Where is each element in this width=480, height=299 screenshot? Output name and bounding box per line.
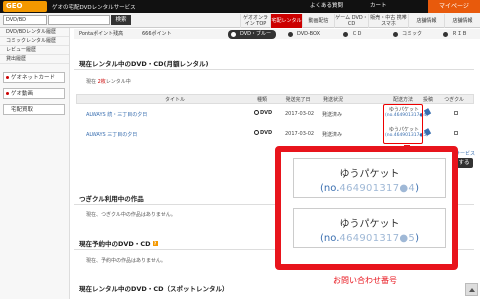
spot-rental-heading: 現在レンタル中のDVD・CD（スポットレンタル） (79, 285, 229, 293)
sidebar-button-buyback[interactable]: 宅配買取 (3, 104, 65, 115)
row2-type: DVD (254, 130, 272, 136)
dvd-icon (254, 130, 259, 135)
col-status: 発送状況 (322, 97, 343, 103)
zoom-item-2-tracking[interactable]: (no.464901317●5) (294, 233, 445, 244)
category-label: コミック (402, 31, 423, 37)
tsugikuru-heading: つぎクル利用中の作品 (79, 193, 144, 203)
row1-tsugikuru-checkbox[interactable] (454, 111, 458, 115)
category-label: ＲＩＢ (452, 31, 468, 37)
geo-online-logo[interactable]: GEO Online (3, 1, 47, 21)
track-suffix: ) (415, 233, 419, 244)
disc-icon (443, 32, 448, 37)
ponta-value: 666ポイント (142, 31, 172, 37)
row1-type: DVD (254, 110, 272, 116)
track-number-masked: 464901317●4 (339, 183, 416, 194)
book-icon (393, 32, 398, 37)
sidebar-button-label: 宅配買取 (11, 107, 34, 113)
category-label: DVD・ブルーレイ (240, 31, 272, 46)
sidebar-item-review-history[interactable]: レビュー履歴 (0, 46, 69, 55)
zoom-item-2-method: ゆうパケット (339, 219, 400, 230)
cart-link[interactable]: カート (370, 0, 387, 13)
zoom-item-1-tracking[interactable]: (no.464901317●4) (294, 183, 445, 194)
tsugikuru-note: 現在、つぎクル中の作品はありません。 (86, 212, 176, 218)
site-tagline: ゲオの宅配DVDレンタルサービス (52, 5, 136, 11)
track-number-masked: 464901317●5 (339, 233, 416, 244)
category-tab-dvd-bd[interactable]: DVD・ブルーレイ (228, 30, 276, 46)
sidebar-item-comic-history[interactable]: コミックレンタル履歴 (0, 37, 69, 46)
category-tab-dvd-box[interactable]: DVD-BOX (285, 30, 325, 39)
zoom-item-2: ゆうパケット (no.464901317●5) (293, 208, 446, 248)
site-header: GEO Online ゲオの宅配DVDレンタルサービス よくある質問 カート マ… (0, 0, 480, 21)
sidebar-button-label: ゲオ動画 (11, 91, 34, 97)
count-prefix: 現在 (86, 79, 97, 85)
nav-tab-game[interactable]: ゲーム DVD・CD (334, 14, 368, 28)
row2-title-link[interactable]: ALWAYS 三丁目の夕日 (86, 131, 137, 138)
col-post: 投稿 (422, 97, 433, 103)
count-suffix: レンタル中 (105, 79, 131, 85)
category-tab-cd[interactable]: ＣＤ (340, 30, 370, 39)
bullet-icon (6, 92, 9, 95)
track-prefix: (no. (320, 183, 340, 194)
sidebar-button-netcard[interactable]: ゲオネットカード (3, 72, 65, 83)
count-value: 2枚 (97, 79, 106, 85)
search-input[interactable] (48, 15, 110, 25)
row1-status: 発送済み (322, 112, 343, 118)
scroll-top-button[interactable] (465, 283, 478, 296)
mypage-button[interactable]: マイページ (428, 0, 480, 13)
disc-icon (343, 32, 348, 37)
service-link[interactable]: サービス (455, 150, 475, 157)
disc-icon (231, 32, 236, 37)
category-tab-rib[interactable]: ＲＩＢ (440, 30, 472, 39)
search-category-select[interactable]: DVD/BD (3, 15, 47, 25)
nav-tab-top[interactable]: ゲオオンライン TOP (240, 14, 270, 28)
row1-date: 2017-03-02 (285, 111, 315, 117)
col-title: タイトル (164, 97, 185, 103)
help-icon[interactable]: ? (152, 241, 158, 246)
col-type: 種類 (256, 97, 267, 103)
row2-tsugikuru-checkbox[interactable] (454, 131, 458, 135)
bullet-icon (6, 76, 9, 79)
monthly-rental-heading: 現在レンタル中のDVD・CD(月額レンタル) (79, 60, 209, 68)
disc-icon (288, 32, 293, 37)
search-button[interactable]: 検索 (111, 15, 131, 25)
category-label: ＣＤ (352, 31, 363, 37)
col-method: 配送方法 (392, 97, 413, 103)
reserve-heading-text: 現在予約中のDVD・CD (79, 240, 151, 248)
row2-status: 発送済み (322, 132, 343, 138)
sidebar: DVD/BDレンタル履歴 コミックレンタル履歴 レビュー履歴 貸出履歴 (0, 28, 70, 299)
track-prefix: (no. (320, 233, 340, 244)
reserve-note: 現在、予約中の作品はありません。 (86, 258, 166, 264)
sidebar-item-lend-history[interactable]: 貸出履歴 (0, 55, 69, 64)
row1-title-link[interactable]: ALWAYS 続・三丁目の夕日 (86, 111, 147, 118)
divider (74, 69, 474, 70)
zoom-item-1-method: ゆうパケット (339, 169, 400, 180)
inquiry-number-caption: お問い合わせ番号 (333, 276, 397, 285)
nav-tab-store-2[interactable]: 店舗情報 (444, 14, 480, 28)
sidebar-button-label: ゲオネットカード (11, 75, 56, 81)
col-ship-date: 発送完了日 (285, 97, 311, 103)
monthly-count: 現在 2枚レンタル中 (86, 78, 131, 85)
sidebar-button-video[interactable]: ゲオ動画 (3, 88, 65, 99)
zoom-callout: ゆうパケット (no.464901317●4) ゆうパケット (no.46490… (275, 146, 458, 270)
category-tab-comic[interactable]: コミック (390, 30, 430, 39)
ponta-label: Pontaポイント残高 (79, 31, 124, 37)
nav-tab-video[interactable]: 動画配信 (302, 14, 334, 28)
nav-tab-sale[interactable]: 販売・中古 携帯スマホ (368, 14, 408, 28)
category-label: DVD-BOX (297, 31, 321, 37)
sidebar-item-dvd-history[interactable]: DVD/BDレンタル履歴 (0, 28, 69, 37)
zoom-item-1: ゆうパケット (no.464901317●4) (293, 158, 446, 198)
row2-date: 2017-03-02 (285, 131, 315, 137)
tracking-highlight-box (383, 104, 423, 144)
col-tsugikuru: つぎクル (444, 97, 464, 103)
faq-link[interactable]: よくある質問 (310, 0, 343, 13)
reserve-heading: 現在予約中のDVD・CD? (79, 238, 158, 248)
tsugikuru-heading-text: つぎクル利用中の作品 (79, 195, 144, 203)
row1-type-label: DVD (260, 110, 273, 116)
nav-tab-store[interactable]: 店舗情報 (408, 14, 444, 28)
track-suffix: ) (415, 183, 419, 194)
row2-type-label: DVD (260, 130, 273, 136)
dvd-icon (254, 110, 259, 115)
nav-tab-rental[interactable]: 宅配レンタル (270, 14, 302, 28)
